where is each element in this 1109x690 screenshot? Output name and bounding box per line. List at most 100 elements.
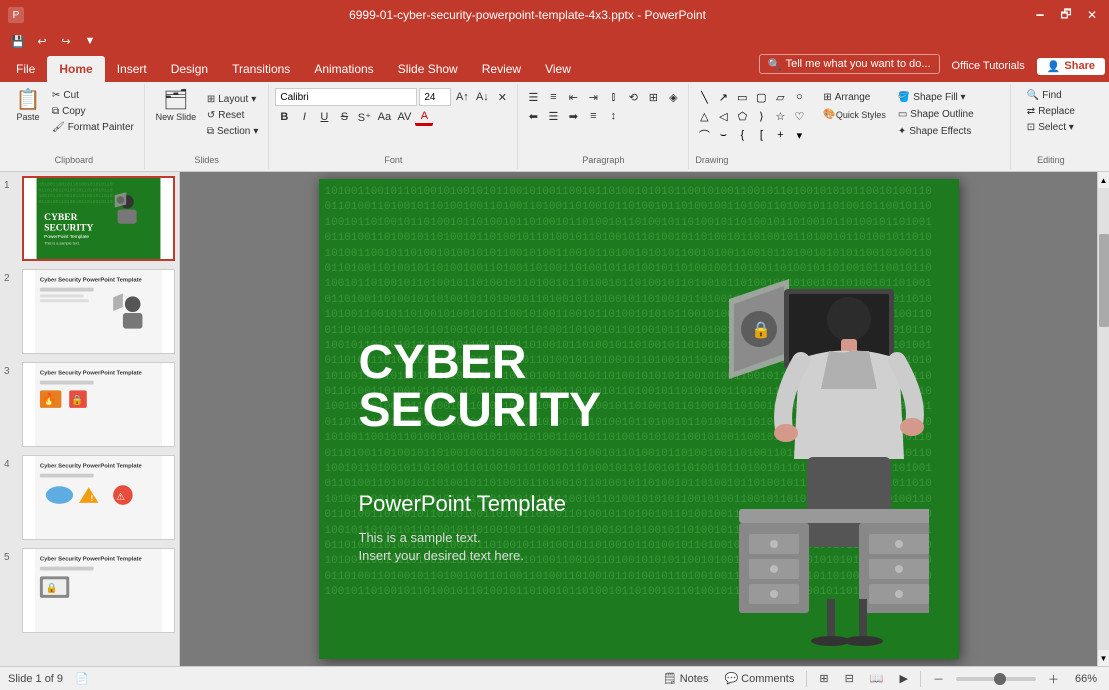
tab-transitions[interactable]: Transitions bbox=[220, 56, 302, 82]
shape-oval[interactable]: ○ bbox=[790, 88, 808, 106]
bullets-button[interactable]: ☰ bbox=[524, 88, 542, 106]
text-direction-button[interactable]: ⟲ bbox=[624, 88, 642, 106]
new-slide-button[interactable]: 🗂 New Slide bbox=[151, 88, 201, 124]
text-shadow-button[interactable]: S⁺ bbox=[355, 108, 373, 126]
shape-effects-button[interactable]: ✦ Shape Effects bbox=[894, 124, 1004, 139]
numbering-button[interactable]: ≡ bbox=[544, 88, 562, 106]
reading-view-button[interactable]: 📖 bbox=[866, 671, 888, 686]
reset-button[interactable]: ↺ Reset bbox=[203, 108, 263, 123]
shape-snip[interactable]: ▱ bbox=[771, 88, 789, 106]
font-name-input[interactable] bbox=[275, 88, 417, 106]
normal-view-button[interactable]: ⊞ bbox=[815, 671, 832, 686]
change-case-button[interactable]: Aa bbox=[375, 108, 393, 126]
zoom-out-button[interactable]: － bbox=[929, 670, 948, 688]
format-painter-button[interactable]: 🖌 Format Painter bbox=[48, 120, 138, 135]
shape-pentagon[interactable]: ⬠ bbox=[733, 107, 751, 125]
character-spacing-button[interactable]: AV bbox=[395, 108, 413, 126]
slide-thumb-5[interactable]: 5 Cyber Security PowerPoint Template 🔒 bbox=[4, 548, 175, 633]
tab-review[interactable]: Review bbox=[470, 56, 533, 82]
share-button[interactable]: 👤 Share bbox=[1037, 58, 1105, 75]
tell-me-search[interactable]: 🔍 Tell me what you want to do... bbox=[759, 54, 940, 74]
clear-format-button[interactable]: ✕ bbox=[493, 88, 511, 106]
shape-outline-button[interactable]: ▭ Shape Outline bbox=[894, 107, 1004, 122]
zoom-in-button[interactable]: ＋ bbox=[1044, 670, 1063, 688]
comments-button[interactable]: 💬 Comments bbox=[720, 671, 798, 686]
paste-button[interactable]: 📋 Paste bbox=[10, 88, 46, 124]
slide-thumb-3[interactable]: 3 Cyber Security PowerPoint Template 🔥 🔒 bbox=[4, 362, 175, 447]
shape-arc[interactable]: ⌒ bbox=[695, 126, 713, 144]
font-color-button[interactable]: A bbox=[415, 108, 433, 126]
underline-button[interactable]: U bbox=[315, 108, 333, 126]
shape-rtriangle[interactable]: ◁ bbox=[714, 107, 732, 125]
find-button[interactable]: 🔍 Find bbox=[1023, 88, 1079, 103]
main-slide-canvas[interactable]: 1010011001011010010100101011001010011001… bbox=[319, 179, 959, 659]
select-button[interactable]: ⊡ Select ▾ bbox=[1023, 120, 1079, 135]
tab-slideshow[interactable]: Slide Show bbox=[386, 56, 470, 82]
font-size-input[interactable] bbox=[419, 88, 451, 106]
shape-star[interactable]: ☆ bbox=[771, 107, 789, 125]
cut-button[interactable]: ✂ Cut bbox=[48, 88, 138, 103]
minimize-button[interactable]: 🗕 bbox=[1031, 6, 1049, 24]
slideshow-button[interactable]: ▶ bbox=[896, 671, 912, 686]
tab-file[interactable]: File bbox=[4, 56, 47, 82]
replace-button[interactable]: ⇄ Replace bbox=[1023, 104, 1079, 119]
line-spacing-button[interactable]: ↕ bbox=[604, 107, 622, 125]
tab-animations[interactable]: Animations bbox=[302, 56, 385, 82]
decrease-font-button[interactable]: A↓ bbox=[473, 88, 491, 106]
zoom-level[interactable]: 66% bbox=[1071, 672, 1101, 686]
close-button[interactable]: ✕ bbox=[1083, 6, 1101, 24]
shape-bend[interactable]: ⌣ bbox=[714, 126, 732, 144]
vertical-scrollbar[interactable]: ▲ ▼ bbox=[1097, 172, 1109, 666]
save-button[interactable]: 💾 bbox=[8, 32, 28, 50]
section-button[interactable]: ⧉ Section ▾ bbox=[203, 124, 263, 139]
layout-button[interactable]: ⊞ Layout ▾ bbox=[203, 92, 263, 107]
align-right-button[interactable]: ➡ bbox=[564, 107, 582, 125]
align-left-button[interactable]: ⬅ bbox=[524, 107, 542, 125]
scroll-down-button[interactable]: ▼ bbox=[1098, 650, 1109, 666]
shape-rect[interactable]: ▭ bbox=[733, 88, 751, 106]
slide-outline-icon[interactable]: 📄 bbox=[75, 672, 89, 685]
tab-home[interactable]: Home bbox=[47, 56, 104, 82]
shape-more[interactable]: ▾ bbox=[790, 126, 808, 144]
tab-insert[interactable]: Insert bbox=[105, 56, 159, 82]
justify-button[interactable]: ≡ bbox=[584, 107, 602, 125]
undo-button[interactable]: ↩ bbox=[32, 32, 52, 50]
shape-plus[interactable]: + bbox=[771, 126, 789, 144]
shape-chevron[interactable]: ⟩ bbox=[752, 107, 770, 125]
shape-arrow[interactable]: ↗ bbox=[714, 88, 732, 106]
decrease-indent-button[interactable]: ⇤ bbox=[564, 88, 582, 106]
slide-sorter-button[interactable]: ⊟ bbox=[841, 671, 858, 686]
redo-button[interactable]: ↪ bbox=[56, 32, 76, 50]
office-tutorials-link[interactable]: Office Tutorials bbox=[944, 58, 1033, 74]
tab-view[interactable]: View bbox=[533, 56, 583, 82]
copy-button[interactable]: ⧉ Copy bbox=[48, 104, 138, 119]
shape-brace[interactable]: { bbox=[733, 126, 751, 144]
tab-design[interactable]: Design bbox=[159, 56, 220, 82]
increase-indent-button[interactable]: ⇥ bbox=[584, 88, 602, 106]
slide-thumb-2[interactable]: 2 Cyber Security PowerPoint Template bbox=[4, 269, 175, 354]
scroll-up-button[interactable]: ▲ bbox=[1098, 172, 1109, 188]
shape-line[interactable]: ╲ bbox=[695, 88, 713, 106]
bold-button[interactable]: B bbox=[275, 108, 293, 126]
shape-rounded-rect[interactable]: ▢ bbox=[752, 88, 770, 106]
notes-button[interactable]: 🗒 Notes bbox=[659, 671, 713, 686]
quick-styles-button[interactable]: 🎨 Quick Styles bbox=[819, 107, 889, 122]
slide-thumb-4[interactable]: 4 Cyber Security PowerPoint Template ! ⚠ bbox=[4, 455, 175, 540]
slide-thumb-1[interactable]: 1 10100110010110100101010110 01101001101… bbox=[4, 176, 175, 261]
slide-panel-scroll[interactable]: 1 10100110010110100101010110 01101001101… bbox=[4, 176, 175, 662]
shape-heart[interactable]: ♡ bbox=[790, 107, 808, 125]
align-text-button[interactable]: ⊞ bbox=[644, 88, 662, 106]
arrange-button[interactable]: ⊞ Arrange bbox=[819, 90, 889, 105]
strikethrough-button[interactable]: S bbox=[335, 108, 353, 126]
shape-triangle[interactable]: △ bbox=[695, 107, 713, 125]
increase-font-button[interactable]: A↑ bbox=[453, 88, 471, 106]
shape-bracket[interactable]: [ bbox=[752, 126, 770, 144]
columns-button[interactable]: ⫾ bbox=[604, 88, 622, 106]
shape-fill-button[interactable]: 🪣 Shape Fill ▾ bbox=[894, 90, 1004, 105]
smartart-button[interactable]: ◈ bbox=[664, 88, 682, 106]
align-center-button[interactable]: ☰ bbox=[544, 107, 562, 125]
restore-button[interactable]: 🗗 bbox=[1057, 6, 1075, 24]
scroll-thumb[interactable] bbox=[1099, 234, 1109, 326]
customize-qat-button[interactable]: ▼ bbox=[80, 32, 100, 50]
zoom-slider[interactable] bbox=[956, 677, 1036, 681]
